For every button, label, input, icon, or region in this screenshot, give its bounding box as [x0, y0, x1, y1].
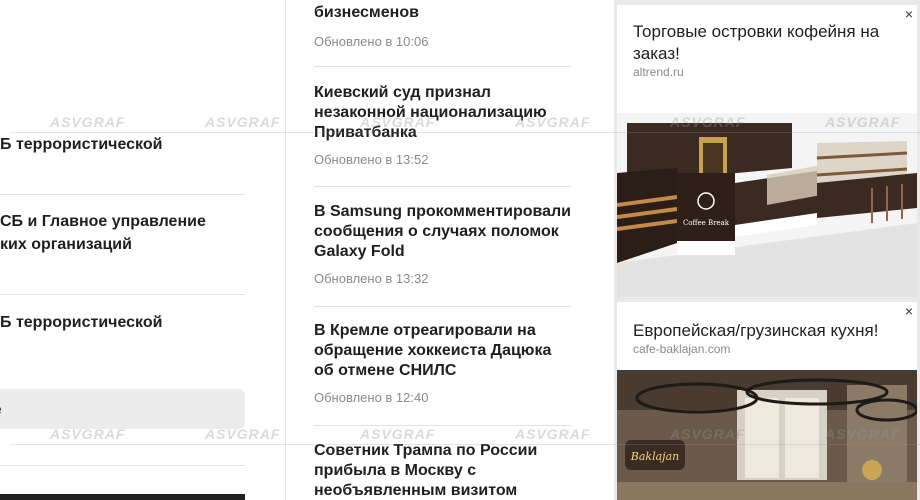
news-separator	[314, 186, 571, 187]
news-time: Обновлено в 13:32	[314, 271, 429, 286]
news-separator	[314, 66, 571, 67]
news-time: Обновлено в 10:06	[314, 34, 429, 49]
news-item[interactable]: Советник Трампа по России прибыла в Моск…	[314, 441, 572, 500]
watermark-text: ASVGRAF	[319, 426, 477, 445]
news-time: Обновлено в 12:40	[314, 390, 429, 405]
ad-title[interactable]: Торговые островки кофейня на заказ!	[633, 21, 903, 65]
ad-title[interactable]: Европейская/грузинская кухня!	[633, 320, 903, 342]
left-separator	[0, 465, 245, 466]
coffee-kiosk-sign: Coffee Break	[683, 219, 730, 227]
left-news-item-3[interactable]: Б террористической	[0, 311, 245, 334]
news-item[interactable]: В Samsung прокомментировали сообщения о …	[314, 202, 572, 287]
restaurant-sign: Baklajan	[630, 450, 679, 463]
left-search-field[interactable]: е	[0, 389, 245, 429]
watermark-text: ASVGRAF	[474, 426, 632, 445]
left-separator	[0, 294, 245, 295]
news-title[interactable]: Советник Трампа по России прибыла в Моск…	[314, 441, 572, 500]
left-news-item-2-line-1[interactable]: СБ и Главное управление	[0, 210, 245, 233]
news-title[interactable]: В Кремле отреагировали на обращение хокк…	[314, 321, 572, 381]
ad-domain[interactable]: cafe-baklajan.com	[633, 342, 730, 356]
news-title[interactable]: бизнесменов	[314, 3, 572, 23]
left-news-item-2-line-2[interactable]: ких организаций	[0, 233, 245, 256]
news-time: Обновлено в 13:52	[314, 152, 429, 167]
news-separator	[314, 425, 571, 426]
close-icon[interactable]: ×	[905, 304, 913, 318]
ad-card-restaurant[interactable]: × Европейская/грузинская кухня! cafe-bak…	[617, 302, 917, 500]
news-title[interactable]: В Samsung прокомментировали сообщения о …	[314, 202, 572, 262]
ad-domain[interactable]: altrend.ru	[633, 65, 684, 79]
news-separator	[314, 306, 571, 307]
coffee-kiosk-image[interactable]: Coffee Break	[617, 113, 917, 297]
close-icon[interactable]: ×	[905, 7, 913, 21]
left-ad-strip	[0, 494, 245, 500]
left-news-item-1[interactable]: Б террористической	[0, 133, 245, 156]
news-title[interactable]: Киевский суд признал незаконной национал…	[314, 83, 572, 143]
restaurant-interior-image[interactable]: Baklajan	[617, 370, 917, 500]
news-item[interactable]: В Кремле отреагировали на обращение хокк…	[314, 321, 572, 406]
news-item[interactable]: бизнесменов Обновлено в 10:06	[314, 3, 572, 50]
left-search-text: е	[0, 401, 2, 417]
left-separator	[0, 194, 245, 195]
news-item[interactable]: Киевский суд признал незаконной национал…	[314, 83, 572, 168]
left-news-column: Б террористической СБ и Главное управлен…	[0, 0, 286, 500]
ad-card-coffee[interactable]: × Торговые островки кофейня на заказ! al…	[617, 5, 917, 297]
